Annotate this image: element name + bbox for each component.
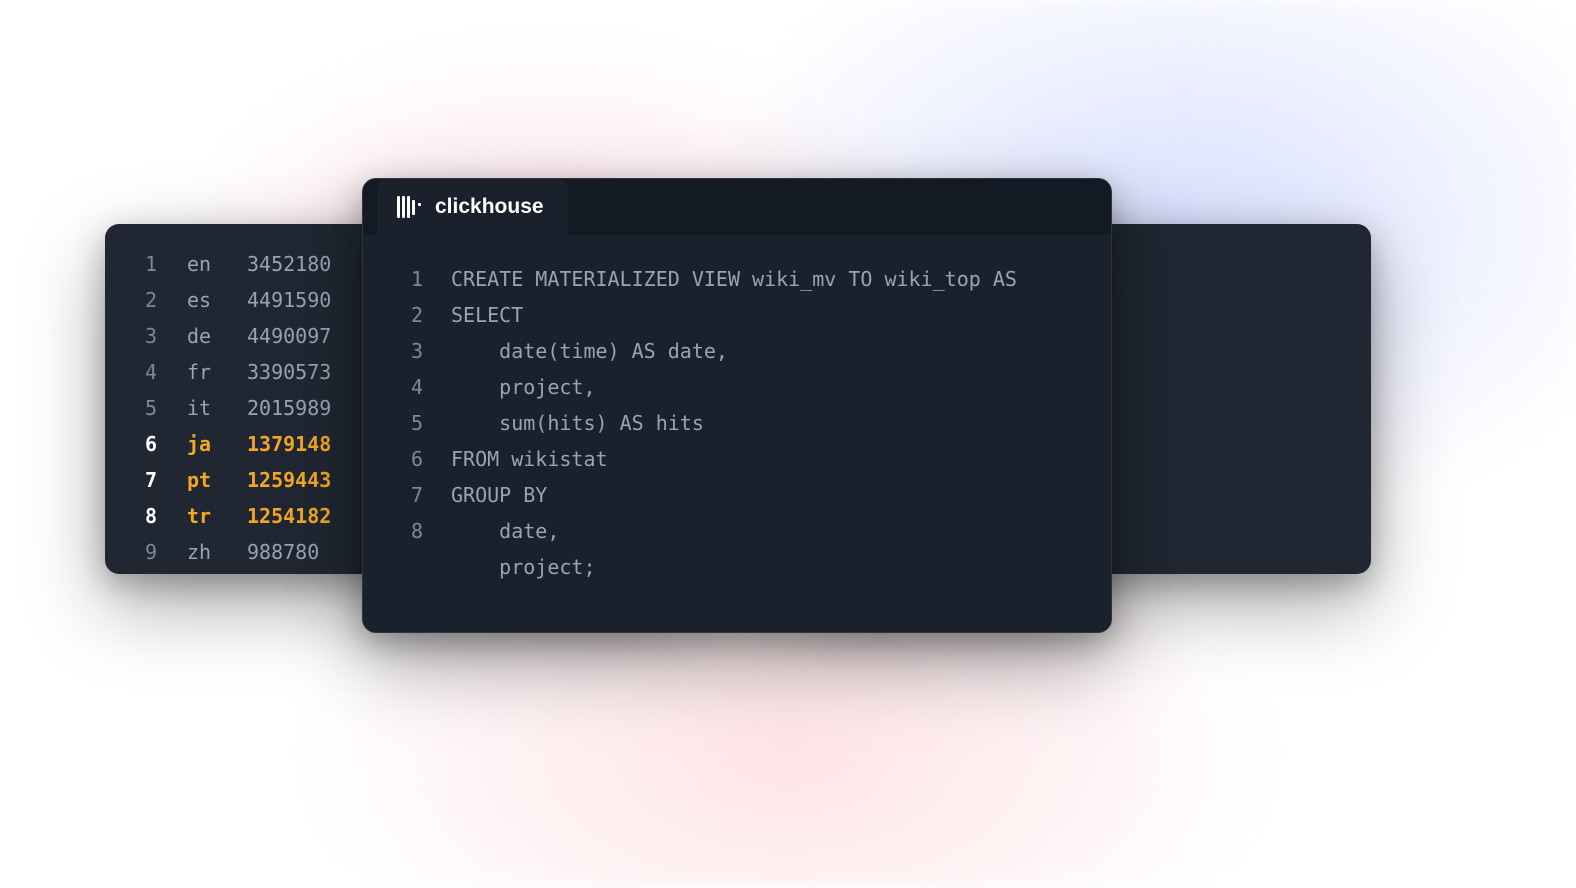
value-cell: 1379148 — [247, 426, 331, 462]
lang-cell: de — [187, 318, 247, 354]
value-cell: 3390573 — [247, 354, 331, 390]
line-number: 7 — [381, 477, 423, 513]
line-number: 4 — [381, 369, 423, 405]
line-number: 1 — [381, 261, 423, 297]
value-cell: 4490097 — [247, 318, 331, 354]
code-text: date(time) AS date, — [423, 333, 728, 369]
lang-cell: en — [187, 246, 247, 282]
clickhouse-logo-icon — [397, 196, 421, 218]
code-line: 4 project, — [381, 369, 1093, 405]
value-cell: 1254182 — [247, 498, 331, 534]
code-text: sum(hits) AS hits — [423, 405, 704, 441]
code-line: 2SELECT — [381, 297, 1093, 333]
code-text: project, — [423, 369, 596, 405]
code-line: 5 sum(hits) AS hits — [381, 405, 1093, 441]
value-cell: 3452180 — [247, 246, 331, 282]
line-number: 3 — [131, 318, 187, 354]
line-number: 6 — [381, 441, 423, 477]
code-text: date, — [423, 513, 559, 549]
lang-cell: es — [187, 282, 247, 318]
code-text: project; — [423, 549, 596, 585]
value-cell: 4491590 — [247, 282, 331, 318]
code-line: 6FROM wikistat — [381, 441, 1093, 477]
code-line: 7GROUP BY — [381, 477, 1093, 513]
tab-bar: clickhouse — [363, 179, 1111, 235]
line-number: 5 — [381, 405, 423, 441]
line-number: 6 — [131, 426, 187, 462]
line-number: 8 — [381, 513, 423, 549]
lang-cell: pt — [187, 462, 247, 498]
code-area[interactable]: 1CREATE MATERIALIZED VIEW wiki_mv TO wik… — [363, 235, 1111, 611]
line-number: 4 — [131, 354, 187, 390]
code-text: FROM wikistat — [423, 441, 608, 477]
tab-clickhouse[interactable]: clickhouse — [377, 179, 568, 235]
code-line: 1CREATE MATERIALIZED VIEW wiki_mv TO wik… — [381, 261, 1093, 297]
value-cell: 1259443 — [247, 462, 331, 498]
code-text: GROUP BY — [423, 477, 547, 513]
line-number: 2 — [381, 297, 423, 333]
code-line: 8 date, — [381, 513, 1093, 549]
line-number: 5 — [131, 390, 187, 426]
editor-card: clickhouse 1CREATE MATERIALIZED VIEW wik… — [362, 178, 1112, 633]
lang-cell: zh — [187, 534, 247, 570]
value-cell: 2015989 — [247, 390, 331, 426]
line-number: 7 — [131, 462, 187, 498]
code-text: SELECT — [423, 297, 523, 333]
value-cell: 988780 — [247, 534, 319, 570]
line-number: 3 — [381, 333, 423, 369]
lang-cell: ja — [187, 426, 247, 462]
lang-cell: it — [187, 390, 247, 426]
code-text: CREATE MATERIALIZED VIEW wiki_mv TO wiki… — [423, 261, 1017, 297]
code-line: project; — [381, 549, 1093, 585]
line-number: 1 — [131, 246, 187, 282]
line-number: 9 — [131, 534, 187, 570]
lang-cell: fr — [187, 354, 247, 390]
tab-label: clickhouse — [435, 189, 544, 225]
line-number: 2 — [131, 282, 187, 318]
line-number: 8 — [131, 498, 187, 534]
code-line: 3 date(time) AS date, — [381, 333, 1093, 369]
line-number — [381, 549, 423, 585]
lang-cell: tr — [187, 498, 247, 534]
